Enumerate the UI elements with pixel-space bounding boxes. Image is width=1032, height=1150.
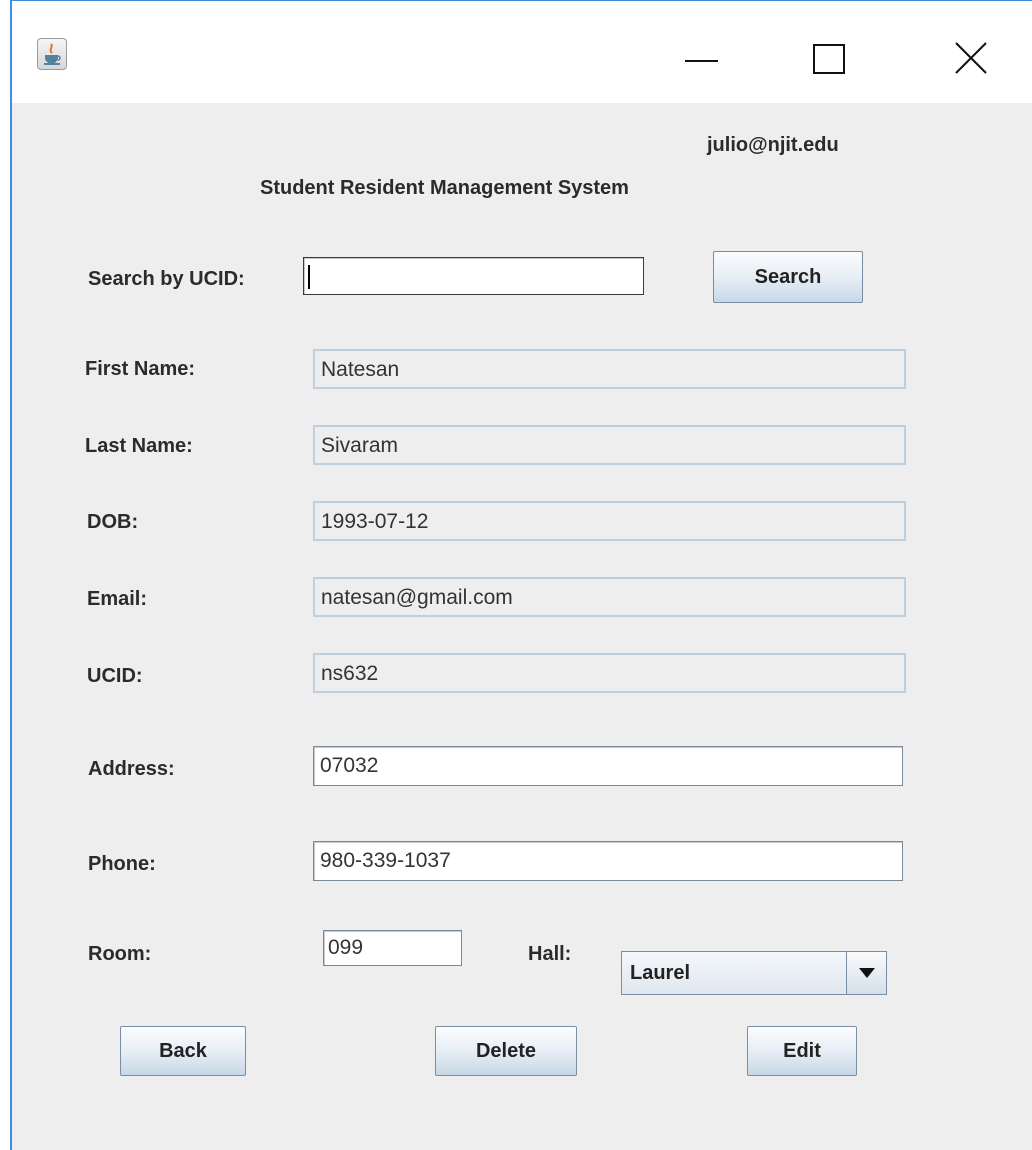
hall-label: Hall: [528,943,572,965]
dropdown-arrow-button[interactable] [846,952,886,994]
hall-dropdown[interactable]: Laurel [621,951,887,995]
search-label: Search by UCID: [88,268,245,290]
title-bar [12,1,1032,103]
last-name-label: Last Name: [85,435,193,457]
maximize-icon [813,44,845,74]
maximize-button[interactable] [800,31,860,81]
first-name-field[interactable]: Natesan [313,349,906,389]
room-label: Room: [88,943,152,965]
app-window: julio@njit.edu Student Resident Manageme… [10,0,1032,1150]
email-field[interactable]: natesan@gmail.com [313,577,906,617]
close-icon [955,42,987,74]
ucid-field[interactable]: ns632 [313,653,906,693]
email-label: Email: [87,588,148,610]
text-caret [308,265,310,289]
dob-field[interactable]: 1993-07-12 [313,501,906,541]
page-title: Student Resident Management System [260,177,629,199]
room-input[interactable]: 099 [323,930,462,966]
dropdown-arrow-icon [859,968,875,978]
search-input[interactable] [303,257,644,295]
phone-input[interactable]: 980-339-1037 [313,841,903,881]
dob-label: DOB: [87,511,139,533]
address-input[interactable]: 07032 [313,746,903,786]
java-cup-icon[interactable] [37,38,67,70]
phone-label: Phone: [88,853,156,875]
minimize-button[interactable] [670,31,730,81]
edit-button[interactable]: Edit [747,1026,857,1076]
user-email: julio@njit.edu [707,134,839,156]
close-button[interactable] [940,31,1000,81]
last-name-field[interactable]: Sivaram [313,425,906,465]
back-button[interactable]: Back [120,1026,246,1076]
search-button[interactable]: Search [713,251,863,303]
address-label: Address: [88,758,175,780]
delete-button[interactable]: Delete [435,1026,577,1076]
minimize-icon [685,60,718,62]
hall-selected-value: Laurel [630,962,691,984]
first-name-label: First Name: [85,358,196,380]
ucid-label: UCID: [87,665,143,687]
